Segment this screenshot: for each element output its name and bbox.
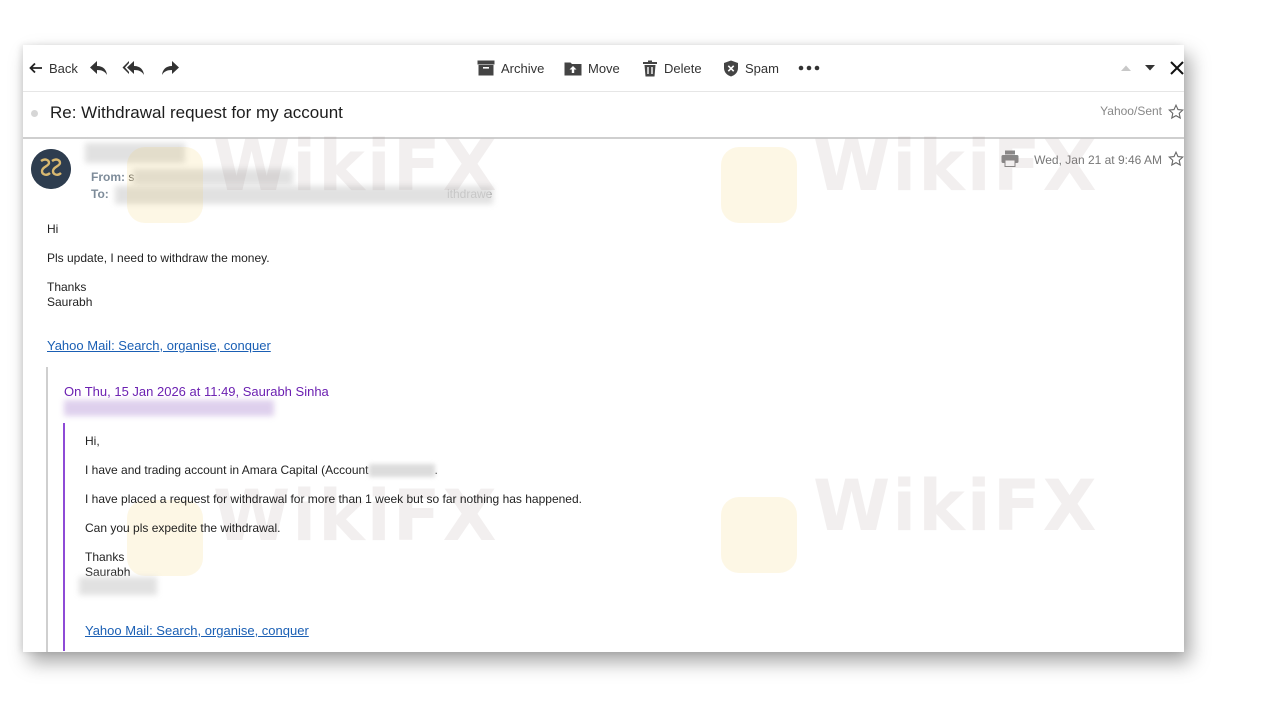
reply-icon xyxy=(90,61,107,75)
avatar-monogram-icon xyxy=(31,149,71,189)
delete-button[interactable]: Delete xyxy=(642,57,702,79)
body-greeting: Hi xyxy=(47,222,59,236)
more-dots-icon xyxy=(798,65,820,71)
quote-header: On Thu, 15 Jan 2026 at 11:49, Saurabh Si… xyxy=(64,384,329,399)
close-icon xyxy=(1170,61,1184,75)
move-icon xyxy=(564,62,582,76)
forward-button[interactable] xyxy=(161,57,181,79)
avatar[interactable] xyxy=(31,149,71,189)
quote-line-1-end: . xyxy=(434,463,438,477)
back-label: Back xyxy=(49,60,78,76)
next-message-button[interactable] xyxy=(1144,57,1156,79)
unread-dot xyxy=(31,110,38,117)
folder-label[interactable]: Yahoo/Sent xyxy=(1100,104,1162,118)
shield-icon xyxy=(724,60,738,76)
message-star-icon[interactable] xyxy=(1168,151,1184,167)
forward-icon xyxy=(162,61,179,75)
watermark-logo xyxy=(127,147,203,223)
quote-greeting: Hi, xyxy=(85,434,100,448)
move-button[interactable]: Move xyxy=(564,57,620,79)
archive-label: Archive xyxy=(501,60,545,76)
watermark-text: WikiFX xyxy=(213,475,499,557)
spam-label: Spam xyxy=(745,60,779,76)
arrow-left-icon xyxy=(29,62,42,74)
quote-sign-thanks: Thanks xyxy=(85,550,125,564)
archive-button[interactable]: Archive xyxy=(477,57,544,79)
quote-line-3: Can you pls expedite the withdrawal. xyxy=(85,521,281,535)
quote-line-1-text: I have and trading account in Amara Capi… xyxy=(85,463,369,477)
quote-line-1: I have and trading account in Amara Capi… xyxy=(85,463,438,478)
redacted-quote-signature xyxy=(79,577,157,595)
back-button[interactable]: Back xyxy=(29,57,78,79)
trash-icon xyxy=(643,60,657,76)
watermark-text: WikiFX xyxy=(813,465,1099,547)
delete-label: Delete xyxy=(664,60,702,76)
reply-all-button[interactable] xyxy=(122,57,146,79)
from-label: From: xyxy=(91,170,125,184)
reply-button[interactable] xyxy=(89,57,109,79)
message-subject: Re: Withdrawal request for my account xyxy=(50,103,343,122)
more-button[interactable] xyxy=(798,57,820,79)
redacted-account-number xyxy=(368,464,435,478)
to-line: To: xyxy=(91,187,109,201)
toolbar: Back Archive Move Delete Spam xyxy=(23,45,1184,92)
watermark-text: WikiFX xyxy=(813,125,1099,207)
previous-message-button[interactable] xyxy=(1120,57,1132,79)
star-icon[interactable] xyxy=(1168,104,1184,120)
mail-window: Back Archive Move Delete Spam Re: Withdr… xyxy=(23,45,1184,652)
body-sign-thanks: Thanks xyxy=(47,280,87,294)
spam-button[interactable]: Spam xyxy=(723,57,779,79)
quote-signature-link[interactable]: Yahoo Mail: Search, organise, conquer xyxy=(85,623,309,638)
quote-bar-inner xyxy=(63,423,65,651)
watermark-logo xyxy=(721,497,797,573)
reply-all-icon xyxy=(122,61,144,75)
quote-bar-outer xyxy=(46,367,48,652)
close-button[interactable] xyxy=(1170,57,1184,79)
watermark-text: WikiFX xyxy=(213,125,499,207)
quote-line-2: I have placed a request for withdrawal f… xyxy=(85,492,582,506)
watermark-logo xyxy=(721,147,797,223)
signature-link[interactable]: Yahoo Mail: Search, organise, conquer xyxy=(47,338,271,353)
watermark-logo xyxy=(127,500,203,576)
move-label: Move xyxy=(588,60,620,76)
body-line-1: Pls update, I need to withdraw the money… xyxy=(47,251,270,265)
caret-down-icon xyxy=(1145,65,1155,71)
to-label: To: xyxy=(91,187,109,201)
redacted-quote-address xyxy=(64,400,274,416)
archive-icon xyxy=(477,60,495,76)
caret-up-icon xyxy=(1121,65,1131,71)
body-sign-name: Saurabh xyxy=(47,295,93,309)
